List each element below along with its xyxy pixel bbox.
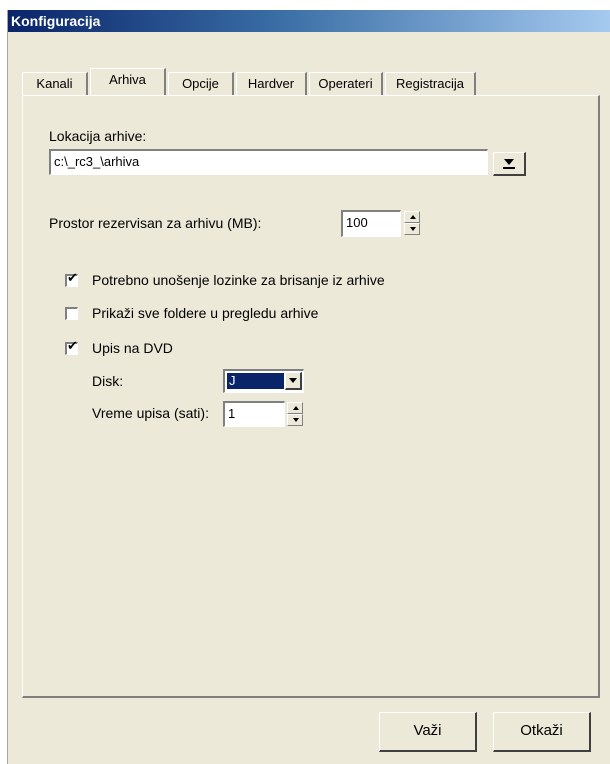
tab-opcije[interactable]: Opcije [168, 72, 234, 95]
checkbox-label: Potrebno unošenje lozinke za brisanje iz… [92, 272, 385, 288]
chevron-down-icon [504, 158, 514, 165]
checkmark-icon: ✔ [67, 339, 78, 354]
space-label: Prostor rezervisan za arhivu (MB): [49, 215, 262, 231]
disk-label: Disk: [92, 373, 124, 389]
arrow-down-icon [410, 227, 416, 231]
arrow-up-icon [410, 215, 416, 219]
spin-down-button[interactable] [404, 223, 420, 235]
checkbox-password-delete[interactable]: ✔ [65, 271, 78, 287]
disk-select[interactable]: J [223, 369, 304, 393]
apply-button[interactable]: Važi [379, 712, 477, 752]
title-bar[interactable]: Konfiguracija [8, 10, 610, 32]
checkmark-icon: ✔ [67, 271, 78, 286]
location-label: Lokacija arhive: [49, 128, 147, 144]
space-value: 100 [346, 215, 368, 230]
disk-selected-value: J [227, 373, 284, 389]
checkbox-write-dvd[interactable]: ✔ [65, 339, 78, 355]
browse-location-button[interactable] [493, 152, 526, 176]
location-value: c:\_rc3_\arhiva [54, 154, 140, 169]
tab-label: Operateri [318, 76, 373, 91]
apply-button-label: Važi [413, 722, 442, 739]
tab-operateri[interactable]: Operateri [309, 72, 383, 95]
write-time-spinner[interactable] [287, 402, 303, 426]
cancel-button-label: Otkaži [520, 722, 563, 739]
tab-registracija[interactable]: Registracija [385, 72, 476, 95]
spin-up-button[interactable] [287, 402, 303, 414]
tab-label: Opcije [182, 76, 219, 91]
checkbox-label: Prikaži sve foldere u pregledu arhive [92, 305, 319, 321]
location-input[interactable]: c:\_rc3_\arhiva [49, 149, 488, 175]
space-spinner[interactable] [404, 211, 420, 235]
tab-label: Kanali [36, 76, 73, 91]
tab-label: Hardver [247, 76, 295, 91]
chevron-down-icon [289, 377, 297, 383]
tab-hardver[interactable]: Hardver [236, 72, 307, 95]
arrow-down-icon [293, 418, 299, 422]
tab-panel-arhiva: Lokacija arhive: c:\_rc3_\arhiva Prostor… [22, 95, 600, 698]
disk-dropdown-button[interactable] [285, 372, 302, 390]
checkbox-show-all-folders[interactable] [65, 307, 78, 320]
tab-label: Registracija [396, 76, 464, 91]
cancel-button[interactable]: Otkaži [493, 712, 591, 752]
tab-arhiva[interactable]: Arhiva [90, 68, 166, 95]
configuration-dialog: Konfiguracija Kanali Arhiva Opcije Hardv… [7, 10, 610, 764]
underline-bar [503, 167, 515, 169]
window-title: Konfiguracija [11, 13, 101, 29]
arrow-up-icon [293, 406, 299, 410]
write-time-label: Vreme upisa (sati): [92, 405, 209, 421]
spin-up-button[interactable] [404, 211, 420, 223]
write-time-value: 1 [228, 406, 236, 421]
checkbox-label: Upis na DVD [92, 340, 173, 356]
tab-label: Arhiva [109, 72, 146, 87]
tab-kanali[interactable]: Kanali [22, 72, 88, 95]
write-time-input[interactable]: 1 [223, 401, 285, 427]
spin-down-button[interactable] [287, 414, 303, 426]
space-input[interactable]: 100 [341, 210, 401, 237]
